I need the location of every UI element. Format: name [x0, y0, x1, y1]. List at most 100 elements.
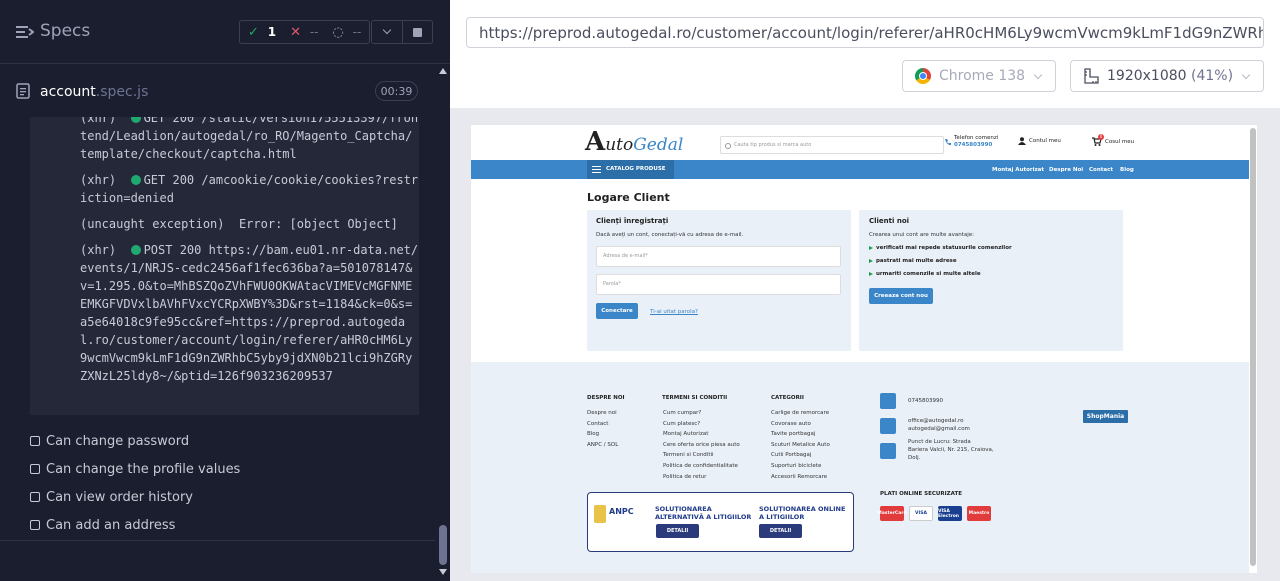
footer-links: Carlige de remorcare Covorase auto Tavit…: [771, 408, 830, 482]
registered-title: Clienți înregistrați: [596, 217, 669, 225]
footer-link[interactable]: Carlige de remorcare: [771, 408, 830, 419]
phone-label: Telefon comenzi: [954, 135, 999, 141]
phone-icon: [945, 139, 951, 146]
anpc-line: A LITIGIILOR: [759, 512, 805, 521]
footer-link[interactable]: Covorase auto: [771, 419, 830, 430]
collapse-button[interactable]: [371, 20, 403, 44]
website-frame[interactable]: AutoGedal Cauta tip produs si marca auto…: [471, 125, 1249, 573]
login-button[interactable]: Conectare: [596, 303, 638, 319]
spec-file-basename: account: [40, 84, 96, 100]
footer-link[interactable]: Contact: [587, 419, 618, 430]
nav-link[interactable]: Contact: [1089, 167, 1113, 173]
stop-icon: [413, 27, 422, 37]
forgot-password-link[interactable]: Ti-ai uitat parola?: [650, 309, 698, 315]
status-dot-icon: [130, 245, 141, 255]
visa-electron-logo: VISA Electron: [938, 506, 962, 521]
stop-button[interactable]: [403, 20, 433, 44]
footer-link[interactable]: Politica de retur: [663, 472, 740, 483]
footer-link[interactable]: Cere oferta orice piesa auto: [663, 440, 740, 451]
maestro-logo: Maestro: [967, 506, 991, 521]
viewport-selector[interactable]: 1920x1080 (41%): [1070, 60, 1264, 92]
log-entry[interactable]: (xhr) POST 200 https://bam.eu01.nr-data.…: [80, 241, 419, 385]
status-dot-icon: [130, 175, 141, 185]
log-prefix: (xhr): [80, 117, 117, 125]
log-entry[interactable]: (xhr) GET 200 /amcookie/cookie/cookies?r…: [80, 171, 419, 207]
mastercard-logo: MasterCard: [877, 506, 907, 521]
test-title: Can change the profile values: [46, 462, 241, 477]
account-link[interactable]: Contul meu: [1029, 138, 1061, 145]
footer-link[interactable]: Cum cumpar?: [663, 408, 740, 419]
footer-link[interactable]: Scuturi Metalice Auto: [771, 440, 830, 451]
cart-link[interactable]: Cosul meu: [1105, 139, 1134, 146]
catalog-menu-button[interactable]: CATALOG PRODUSE: [587, 160, 674, 179]
footer-link[interactable]: ANPC / SOL: [587, 440, 618, 451]
pending-circle-icon: ◌: [332, 24, 344, 40]
command-log[interactable]: (xhr) GET 200 /static/version1755513397/…: [30, 117, 419, 415]
anpc-details-button[interactable]: DETALII: [759, 524, 802, 538]
footer-link[interactable]: Accesorii Remorcare: [771, 472, 830, 483]
footer-link[interactable]: Termeni si Conditii: [663, 450, 740, 461]
browser-selector[interactable]: Chrome 138: [902, 60, 1056, 92]
document-icon: [16, 83, 30, 99]
nav-link[interactable]: Blog: [1120, 167, 1134, 173]
url-bar[interactable]: https://preprod.autogedal.ro/customer/ac…: [466, 17, 1264, 48]
footer-links: Cum cumpar? Cum platesc? Montaj Autoriza…: [663, 408, 740, 482]
address-line: Dolj.: [908, 455, 921, 461]
specs-list-icon[interactable]: [16, 24, 34, 40]
visa-logo: VISA: [909, 506, 933, 521]
anpc-details-button[interactable]: DETALII: [656, 524, 699, 538]
log-entry[interactable]: (xhr) GET 200 /static/version1755513397/…: [80, 117, 419, 163]
browser-label: Chrome 138: [939, 68, 1026, 84]
footer-email[interactable]: autogedal@gmail.com: [908, 425, 970, 433]
cart-count-badge: 0: [1098, 134, 1104, 140]
footer-link[interactable]: Tavite portbagaj: [771, 429, 830, 440]
email-field[interactable]: Adresa de e-mail*: [596, 246, 841, 267]
footer-link[interactable]: Montaj Autorizat: [663, 429, 740, 440]
footer-link[interactable]: Blog: [587, 429, 618, 440]
create-account-button[interactable]: Creeaza cont nou: [869, 288, 933, 304]
log-status: POST 200: [143, 243, 202, 257]
pending-stat: ◌ --: [333, 25, 362, 40]
benefit-item: verificati mai repede statusurile comenz…: [869, 245, 1012, 251]
benefit-item: pastrati mai multe adrese: [869, 258, 957, 264]
failed-count: --: [309, 24, 319, 39]
test-item[interactable]: Can add an address: [30, 518, 175, 533]
chevron-down-icon: [1241, 70, 1251, 79]
footer-link[interactable]: Politica de confidentialitate: [663, 461, 740, 472]
footer-link[interactable]: Cum platesc?: [663, 419, 740, 430]
shopmania-badge[interactable]: ShopMania: [1083, 410, 1128, 423]
log-text: /static/version1755513397/frontend/Leadl…: [80, 117, 419, 161]
footer-link[interactable]: Despre noi: [587, 408, 618, 419]
benefit-item: urmariti comenzile si multe altele: [869, 271, 981, 277]
chevron-down-icon: [1033, 70, 1043, 79]
scroll-thumb[interactable]: [1250, 128, 1256, 566]
test-pending-icon: [30, 492, 40, 502]
test-item[interactable]: Can change password: [30, 434, 189, 449]
footer-heading: TERMENI SI CONDITII: [662, 395, 728, 401]
test-pending-icon: [30, 436, 40, 446]
phone-block[interactable]: Telefon comenzi 0745803990: [954, 135, 998, 149]
footer-link[interactable]: Suporturi biciclete: [771, 461, 830, 472]
footer-email[interactable]: office@autogedal.ro: [908, 417, 970, 425]
password-field[interactable]: Parola*: [596, 274, 841, 295]
scroll-thumb[interactable]: [439, 525, 447, 565]
footer-link[interactable]: Cutii Portbagaj: [771, 450, 830, 461]
specs-title[interactable]: Specs: [40, 21, 90, 41]
website-scrollbar[interactable]: [1249, 125, 1257, 573]
spec-file-ext: .spec.js: [95, 84, 149, 100]
footer-phone[interactable]: 0745803990: [908, 396, 943, 407]
test-item[interactable]: Can change the profile values: [30, 462, 240, 477]
log-entry[interactable]: (uncaught exception) Error: [object Obje…: [80, 215, 419, 233]
nav-link[interactable]: Montaj Autorizat: [992, 167, 1044, 173]
test-item[interactable]: Can view order history: [30, 490, 193, 505]
site-logo[interactable]: AutoGedal: [585, 127, 683, 157]
phone-number: 0745803990: [954, 142, 993, 148]
logo-letter: A: [585, 127, 606, 157]
scroll-up-icon[interactable]: [439, 68, 447, 74]
scroll-down-icon[interactable]: [439, 569, 447, 575]
site-search-input[interactable]: Cauta tip produs si marca auto: [720, 136, 944, 154]
reporter-scrollbar[interactable]: [436, 64, 450, 581]
footer-links: Despre noi Contact Blog ANPC / SOL: [587, 408, 618, 450]
nav-link[interactable]: Despre Noi: [1049, 167, 1083, 173]
spec-file-name[interactable]: account.spec.js: [40, 84, 148, 100]
